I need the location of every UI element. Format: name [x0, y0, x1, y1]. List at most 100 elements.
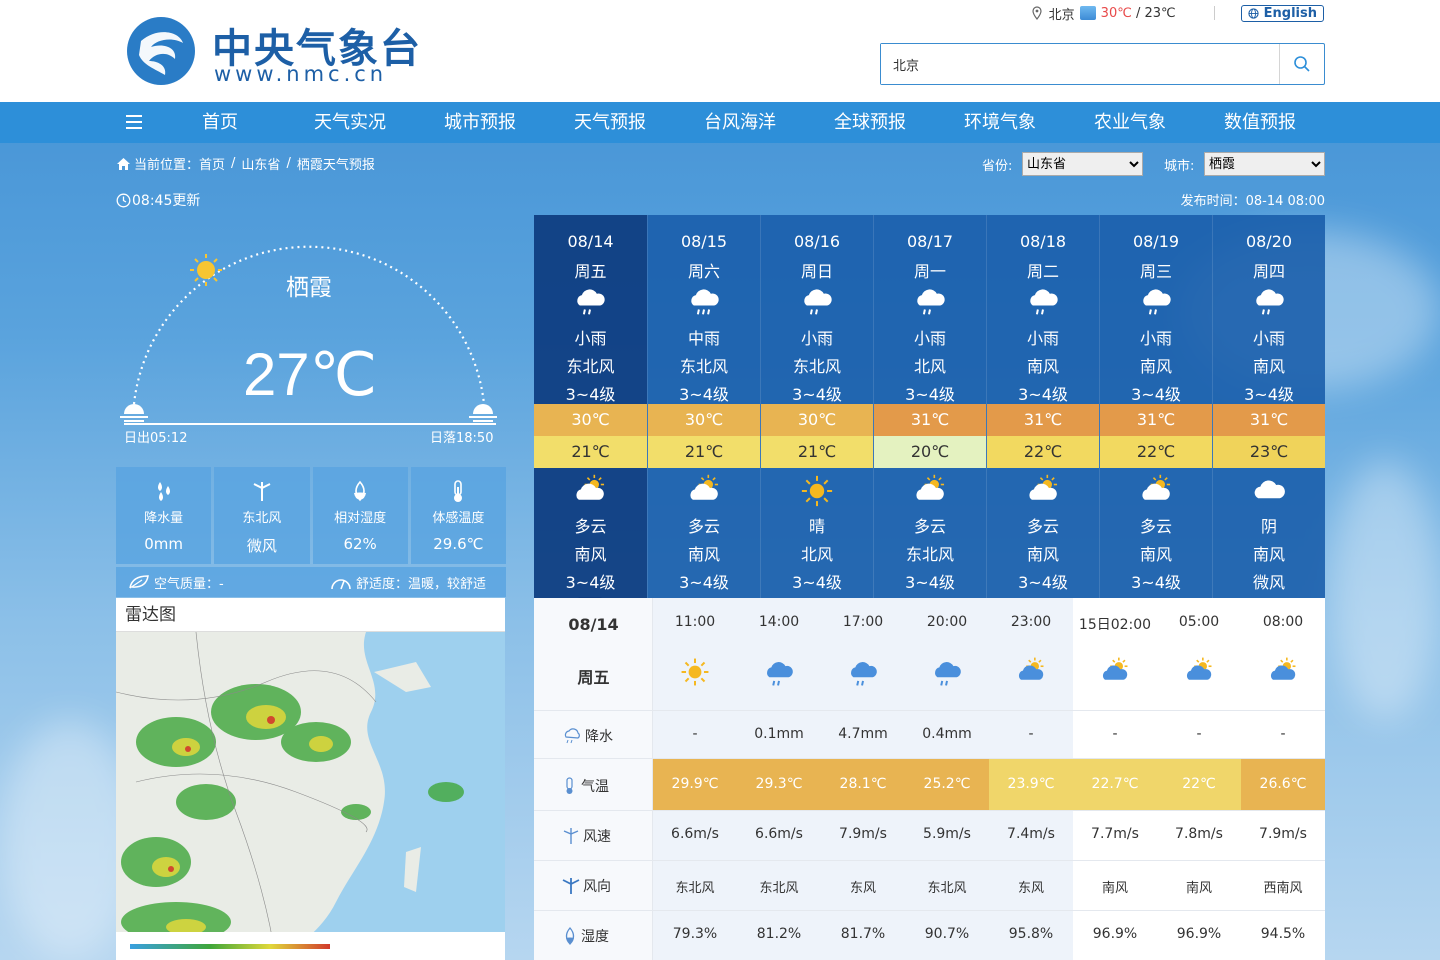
stat-value: 0mm [144, 535, 184, 553]
forecast-weekday: 周四 [1252, 262, 1285, 281]
hour-temp: 29.9℃ [653, 758, 737, 810]
low-temp: 23℃ [1213, 436, 1325, 468]
nav-item-city-forecast[interactable]: 城市预报 [430, 102, 530, 143]
row-label-precip: 降水 [562, 726, 613, 746]
breadcrumb-sep: / [231, 156, 236, 171]
menu-icon[interactable] [126, 115, 142, 129]
air-quality-text[interactable]: 空气质量：- [154, 573, 330, 592]
hour-humidity: 96.9% [1092, 926, 1138, 942]
nav-item-numerical[interactable]: 数值预报 [1210, 102, 1310, 143]
day-wind-direction: 南风 [1252, 357, 1285, 376]
top-temp-high: 30℃ [1100, 5, 1132, 21]
update-time-text: 08:45更新 [132, 193, 201, 209]
bg-cloud [1330, 460, 1440, 720]
row-divider [534, 758, 1325, 759]
night-weather: 阴 [1260, 517, 1277, 536]
nav-item-weather-forecast[interactable]: 天气预报 [560, 102, 660, 143]
search-box [880, 43, 1325, 85]
forecast-day[interactable]: 08/14 周五 小雨 东北风 3~4级 30℃ 21℃ 多云 南风 3~4级 [534, 215, 647, 598]
night-wind-level: 3~4级 [1131, 573, 1181, 592]
forecast-day[interactable]: 08/15 周六 中雨 东北风 3~4级 30℃ 21℃ 多云 南风 3~4级 [647, 215, 760, 598]
forecast-date: 08/18 [1019, 232, 1067, 251]
hour-time: 08:00 [1262, 614, 1304, 630]
breadcrumb-home[interactable]: 首页 [199, 154, 225, 173]
forecast-date: 08/19 [1132, 232, 1180, 251]
stat-precipitation: 降水量 0mm [116, 467, 212, 564]
hour-wind-speed: 7.7m/s [1091, 826, 1139, 842]
province-select[interactable]: 山东省 [1022, 152, 1143, 176]
partly-cloudy-icon [1142, 474, 1171, 500]
hour-humidity: 79.3% [672, 926, 718, 942]
site-header: 中央气象台 www.nmc.cn 北京 30℃ / 23℃ English [0, 0, 1440, 102]
partly-cloudy-icon [1186, 657, 1212, 680]
day-wind-level: 3~4级 [565, 385, 616, 404]
hour-humidity: 81.2% [756, 926, 802, 942]
search-button[interactable] [1279, 44, 1324, 84]
night-weather: 多云 [1026, 517, 1059, 536]
hour-wind-direction: 东风 [849, 881, 876, 896]
forecast-day[interactable]: 08/20 周四 小雨 南风 3~4级 31℃ 23℃ 阴 南风 微风 [1212, 215, 1325, 598]
night-weather: 多云 [574, 517, 607, 536]
sun-icon [681, 658, 709, 686]
nav-item-observation[interactable]: 天气实况 [300, 102, 400, 143]
night-wind-level: 3~4级 [565, 573, 616, 592]
forecast-day[interactable]: 08/18 周二 小雨 南风 3~4级 31℃ 22℃ 多云 南风 3~4级 [986, 215, 1099, 598]
hour-time: 05:00 [1178, 614, 1220, 630]
radar-title: 雷达图 [116, 598, 505, 632]
nav-item-home[interactable]: 首页 [170, 102, 270, 143]
high-temp: 30℃ [648, 404, 760, 436]
high-temp: 30℃ [534, 404, 647, 436]
city-label: 城市: [1164, 159, 1195, 174]
current-city: 栖霞 [286, 275, 332, 301]
day-weather: 小雨 [574, 329, 607, 348]
stat-label: 东北风 [242, 511, 282, 526]
humidity-drop-icon [565, 927, 575, 945]
top-temp-sep: / [1131, 5, 1145, 21]
search-icon [1294, 56, 1310, 72]
hourly-column: 11:00 - 29.9℃ 6.6m/s 东北风 79.3% [653, 598, 737, 960]
stat-label: 降水量 [144, 511, 184, 526]
overcast-icon [1254, 480, 1285, 499]
search-input[interactable] [881, 44, 1279, 84]
night-weather: 多云 [1139, 517, 1172, 536]
seven-day-forecast: 08/14 周五 小雨 东北风 3~4级 30℃ 21℃ 多云 南风 3~4级 … [534, 215, 1325, 598]
comfort-text[interactable]: 舒适度：温暖，较舒适 [356, 573, 486, 592]
forecast-day[interactable]: 08/17 周一 小雨 北风 3~4级 31℃ 20℃ 多云 东北风 3~4级 [873, 215, 986, 598]
night-wind-direction: 东北风 [905, 545, 954, 564]
english-button[interactable]: English [1240, 4, 1324, 22]
day-weather: 小雨 [1026, 329, 1059, 348]
breadcrumb-province[interactable]: 山东省 [241, 154, 280, 173]
night-wind-level: 3~4级 [905, 573, 955, 592]
site-logo[interactable] [127, 17, 195, 85]
light-rain-icon [804, 289, 832, 315]
hour-humidity: 96.9% [1176, 926, 1222, 942]
light-rain-icon [1256, 289, 1284, 315]
radar-map-image[interactable] [116, 632, 505, 960]
day-wind-direction: 东北风 [566, 357, 615, 376]
hourly-column: 14:00 0.1mm 29.3℃ 6.6m/s 东北风 81.2% [737, 598, 821, 960]
sunset-time: 日落18:50 [430, 431, 494, 446]
city-select[interactable]: 栖霞 [1204, 152, 1325, 176]
row-label-wind-speed: 风速 [562, 826, 611, 846]
nav-item-environment[interactable]: 环境气象 [950, 102, 1050, 143]
row-divider [534, 860, 1325, 861]
stat-label: 相对湿度 [334, 511, 387, 526]
night-wind-direction: 南风 [1252, 545, 1285, 564]
top-location[interactable]: 北京 [1049, 4, 1075, 23]
hour-wind-speed: 6.6m/s [671, 826, 719, 842]
thermometer-icon [566, 777, 573, 794]
forecast-day[interactable]: 08/19 周三 小雨 南风 3~4级 31℃ 22℃ 多云 南风 3~4级 [1099, 215, 1212, 598]
forecast-day[interactable]: 08/16 周日 小雨 东北风 3~4级 30℃ 21℃ 晴 北风 3~4级 [760, 215, 873, 598]
night-wind-direction: 南风 [1026, 545, 1059, 564]
nav-item-global[interactable]: 全球预报 [820, 102, 920, 143]
nav-item-agriculture[interactable]: 农业气象 [1080, 102, 1180, 143]
forecast-weekday: 周三 [1139, 262, 1172, 281]
row-divider [534, 810, 1325, 811]
hour-humidity: 90.7% [924, 926, 970, 942]
partly-cloudy-icon [916, 474, 945, 500]
high-temp: 30℃ [761, 404, 873, 436]
nav-item-typhoon[interactable]: 台风海洋 [690, 102, 790, 143]
hour-humidity: 94.5% [1260, 926, 1306, 942]
current-temperature: 27℃ [242, 341, 378, 408]
hour-temp: 23.9℃ [989, 758, 1073, 810]
